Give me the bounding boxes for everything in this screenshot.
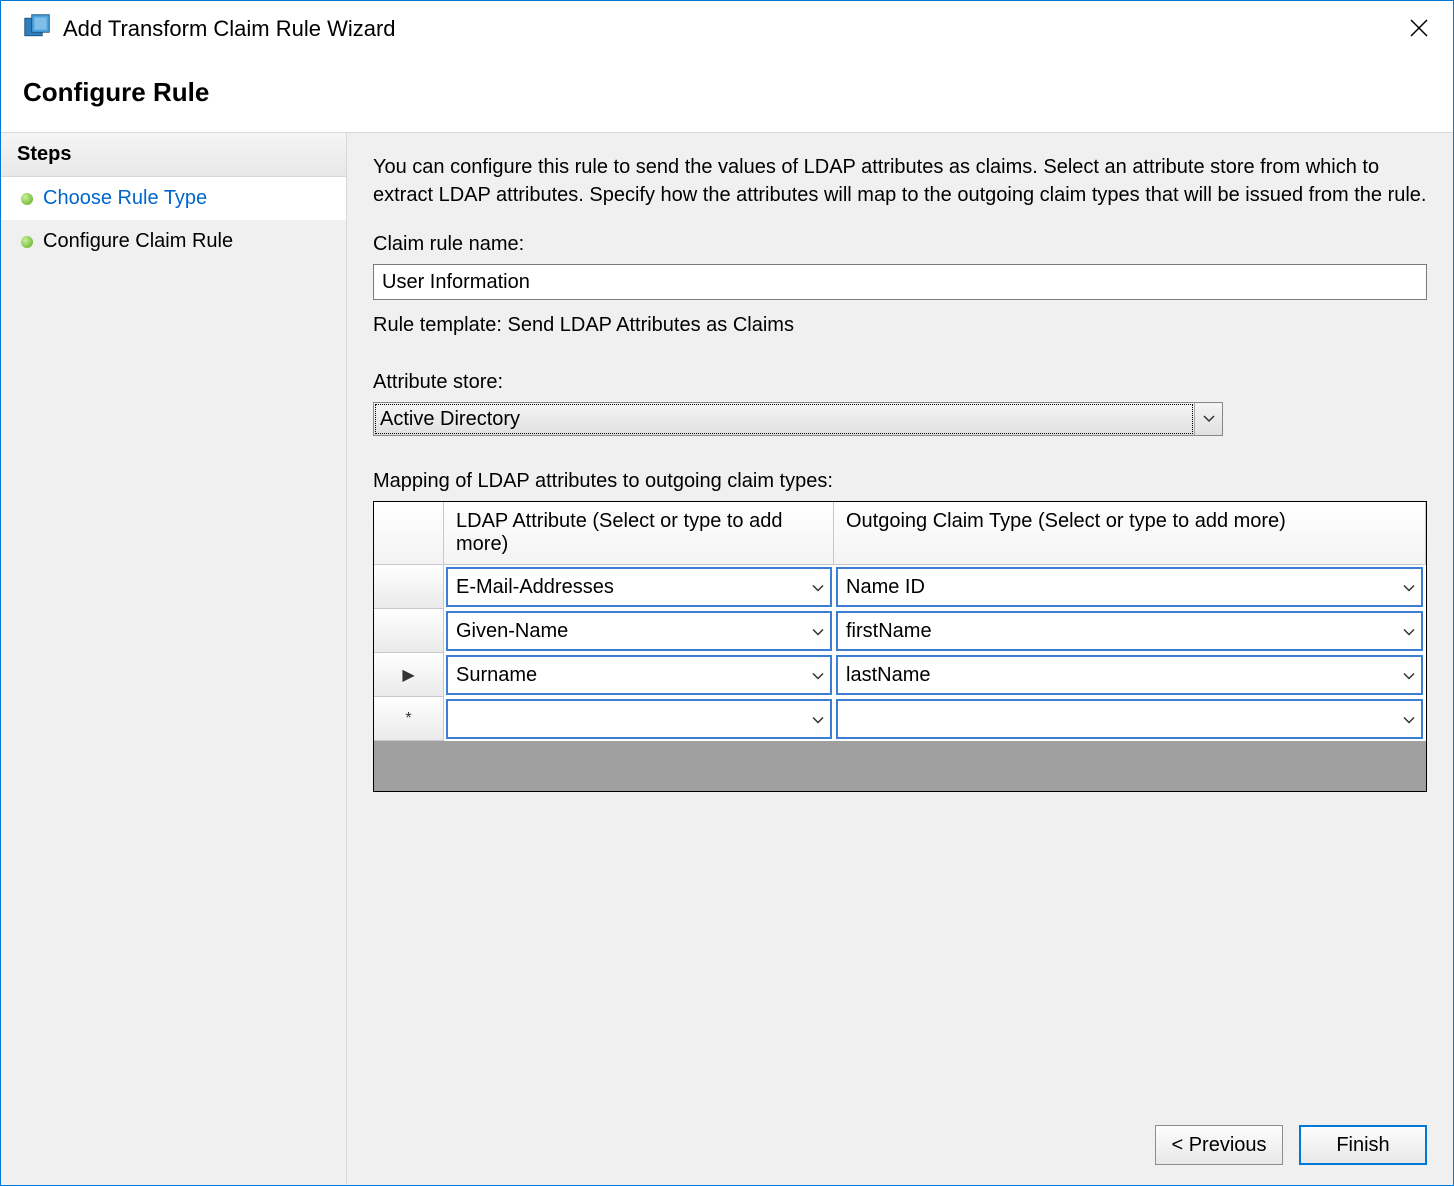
titlebar: Add Transform Claim Rule Wizard bbox=[1, 1, 1453, 57]
main-panel: You can configure this rule to send the … bbox=[347, 133, 1453, 1185]
outgoing-claim-header: Outgoing Claim Type (Select or type to a… bbox=[834, 502, 1426, 565]
previous-button[interactable]: < Previous bbox=[1155, 1125, 1283, 1165]
step-configure-claim-rule[interactable]: Configure Claim Rule bbox=[1, 220, 346, 263]
step-bullet-icon bbox=[21, 193, 33, 205]
outgoing-claim-value: Name ID bbox=[846, 576, 925, 599]
chevron-down-icon bbox=[812, 708, 824, 731]
claim-rule-name-input[interactable] bbox=[373, 264, 1427, 300]
ldap-attribute-cell[interactable]: E-Mail-Addresses bbox=[446, 567, 832, 607]
ldap-attribute-value: Given-Name bbox=[456, 620, 568, 643]
attribute-store-label: Attribute store: bbox=[373, 371, 1427, 394]
button-bar: < Previous Finish bbox=[373, 1105, 1427, 1165]
chevron-down-icon bbox=[1194, 403, 1222, 435]
step-label: Configure Claim Rule bbox=[43, 230, 233, 253]
table-row: Given-Name firstName bbox=[374, 609, 1426, 653]
attribute-store-value: Active Directory bbox=[374, 403, 1194, 435]
outgoing-claim-cell[interactable]: lastName bbox=[836, 655, 1423, 695]
ldap-attribute-cell[interactable]: Surname bbox=[446, 655, 832, 695]
ldap-attribute-value: Surname bbox=[456, 664, 537, 687]
row-marker[interactable] bbox=[374, 565, 444, 609]
wizard-window: Add Transform Claim Rule Wizard Configur… bbox=[0, 0, 1454, 1186]
attribute-store-select[interactable]: Active Directory bbox=[373, 402, 1223, 436]
outgoing-claim-value: firstName bbox=[846, 620, 932, 643]
chevron-down-icon bbox=[1403, 620, 1415, 643]
ldap-attribute-cell[interactable] bbox=[446, 699, 832, 739]
row-marker[interactable]: * bbox=[374, 697, 444, 741]
finish-button[interactable]: Finish bbox=[1299, 1125, 1427, 1165]
table-row: ▶ Surname lastName bbox=[374, 653, 1426, 697]
chevron-down-icon bbox=[1403, 576, 1415, 599]
step-bullet-icon bbox=[21, 236, 33, 248]
ldap-attribute-cell[interactable]: Given-Name bbox=[446, 611, 832, 651]
table-header-row: LDAP Attribute (Select or type to add mo… bbox=[374, 502, 1426, 565]
row-marker[interactable] bbox=[374, 609, 444, 653]
step-label: Choose Rule Type bbox=[43, 187, 207, 210]
chevron-down-icon bbox=[1403, 664, 1415, 687]
mapping-label: Mapping of LDAP attributes to outgoing c… bbox=[373, 470, 1427, 493]
close-icon[interactable] bbox=[1399, 10, 1439, 49]
body-row: Steps Choose Rule Type Configure Claim R… bbox=[1, 133, 1453, 1185]
mapping-table: LDAP Attribute (Select or type to add mo… bbox=[373, 501, 1427, 792]
outgoing-claim-cell[interactable]: firstName bbox=[836, 611, 1423, 651]
table-corner-cell bbox=[374, 502, 444, 565]
table-filler bbox=[374, 741, 1426, 791]
chevron-down-icon bbox=[812, 664, 824, 687]
chevron-down-icon bbox=[812, 576, 824, 599]
steps-header: Steps bbox=[1, 133, 346, 177]
row-marker[interactable]: ▶ bbox=[374, 653, 444, 697]
page-title: Configure Rule bbox=[23, 77, 1431, 108]
titlebar-left: Add Transform Claim Rule Wizard bbox=[23, 13, 396, 46]
outgoing-claim-cell[interactable] bbox=[836, 699, 1423, 739]
rule-template-text: Rule template: Send LDAP Attributes as C… bbox=[373, 314, 1427, 337]
chevron-down-icon bbox=[812, 620, 824, 643]
wizard-icon bbox=[23, 13, 51, 46]
header-section: Configure Rule bbox=[1, 57, 1453, 133]
table-row-new: * bbox=[374, 697, 1426, 741]
step-choose-rule-type[interactable]: Choose Rule Type bbox=[1, 177, 346, 220]
outgoing-claim-value: lastName bbox=[846, 664, 930, 687]
table-body: E-Mail-Addresses Name ID Given-Name bbox=[374, 565, 1426, 741]
claim-rule-name-label: Claim rule name: bbox=[373, 233, 1427, 256]
outgoing-claim-cell[interactable]: Name ID bbox=[836, 567, 1423, 607]
ldap-attribute-value: E-Mail-Addresses bbox=[456, 576, 614, 599]
table-row: E-Mail-Addresses Name ID bbox=[374, 565, 1426, 609]
steps-sidebar: Steps Choose Rule Type Configure Claim R… bbox=[1, 133, 347, 1185]
ldap-attribute-header: LDAP Attribute (Select or type to add mo… bbox=[444, 502, 834, 565]
window-title: Add Transform Claim Rule Wizard bbox=[63, 16, 396, 42]
rule-description: You can configure this rule to send the … bbox=[373, 153, 1427, 209]
chevron-down-icon bbox=[1403, 708, 1415, 731]
